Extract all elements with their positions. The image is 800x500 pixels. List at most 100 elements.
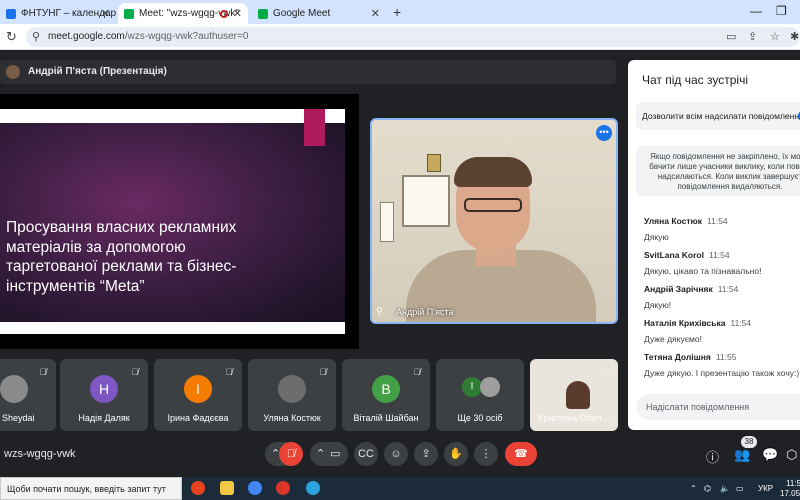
participant-tile[interactable]: 🎙̸ Христина Обел… [530, 359, 618, 431]
mic-off-icon: 🎙̸ [319, 367, 327, 377]
participant-tile[interactable]: 🎙̸ Н Надія Даляк [60, 359, 148, 431]
clock-time[interactable]: 11:5 [786, 479, 800, 488]
message-text: Дуже дякуємо! [644, 334, 702, 344]
chrome-icon[interactable] [248, 481, 262, 495]
close-icon[interactable]: ✕ [371, 7, 380, 20]
chat-message: Андрій Зарічняк 11:54 Дякую! [644, 284, 738, 310]
minimize-icon[interactable]: — [750, 4, 762, 18]
slide-title: Просування власних рекламних матеріалів … [6, 219, 237, 295]
person-hair [454, 157, 532, 187]
participant-name: Віталій Шайбан [353, 413, 419, 423]
mic-control[interactable]: ⌃ 🎙̸ [265, 442, 303, 466]
pin-icon[interactable]: ⚲ [376, 306, 383, 317]
close-icon[interactable]: ✕ [233, 7, 242, 20]
calendar-icon [6, 8, 16, 19]
chat-message-input[interactable]: Надіслати повідомлення [636, 394, 800, 420]
activities-icon[interactable]: ⬡ [786, 447, 797, 463]
participant-tile[interactable]: 🎙̸ Sheydai [0, 359, 56, 431]
message-author: Тетяна Долішня [644, 352, 711, 362]
tab-label: Google Meet [273, 8, 331, 19]
camera-icon[interactable]: ▭ [330, 442, 340, 466]
participant-tile[interactable]: 🎙̸ І Ірина Фадєєва [154, 359, 242, 431]
presenter-camera-tile[interactable]: ••• ⚲ Андрій П'ястa [370, 118, 618, 324]
message-time: 11:54 [717, 284, 739, 294]
maximize-icon[interactable]: ❐ [776, 4, 787, 18]
taskbar-search[interactable]: Щоби почати пошук, введіть запит тут [0, 477, 182, 500]
bookmark-star-icon[interactable]: ☆ [770, 30, 780, 43]
app-icon[interactable] [276, 481, 290, 495]
meet-icon [258, 8, 268, 19]
chat-icon[interactable]: 💬 [762, 447, 778, 463]
os-taskbar: Щоби почати пошук, введіть запит тут ⌃ ⌬… [0, 477, 800, 500]
presenter-title: Андрій П'ястa (Презентація) [28, 66, 167, 77]
tray-chevron-icon[interactable]: ⌃ [690, 484, 697, 493]
address-bar[interactable]: ⚲ meet.google.com/wzs-wgqg-vwk?authuser=… [26, 27, 800, 47]
info-icon[interactable]: ⓘ [706, 447, 719, 466]
clock-date[interactable]: 17.05.2 [780, 489, 800, 498]
chat-message: Наталія Крихівська 11:54 Дуже дякуємо! [644, 318, 751, 344]
more-options-button[interactable]: ⋮ [474, 442, 498, 466]
more-participants-tile[interactable]: І Ще 30 осіб [436, 359, 524, 431]
message-time: 11:54 [730, 318, 752, 328]
camera-control[interactable]: ⌃ ▭ [310, 442, 348, 466]
reload-icon[interactable]: ↻ [6, 29, 17, 45]
meeting-code: wzs-wgqg-vwk [4, 448, 76, 460]
tab-meet-active[interactable]: Meet: "wzs-wgqg-vwk" ✕ [118, 3, 248, 24]
tab-google-meet[interactable]: Google Meet ✕ [252, 3, 386, 24]
participant-tile[interactable]: 🎙̸ Уляна Костюк [248, 359, 336, 431]
slide-background: Просування власних рекламних матеріалів … [0, 123, 345, 322]
message-text: Дякую [644, 232, 669, 242]
tab-strip: ФНТУНГ – календар – 4 дні, т ✕ Meet: "wz… [0, 0, 800, 24]
glasses [464, 198, 522, 212]
slide-accent-bar [304, 109, 325, 146]
chat-notice: Якщо повідомлення не закріплено, їх можу… [636, 146, 800, 196]
emoji-icon: ☺ [390, 448, 402, 460]
avatar [6, 65, 20, 79]
present-button[interactable]: ⇪ [414, 442, 438, 466]
mic-off-icon: 🎙̸ [601, 367, 609, 377]
chevron-up-icon[interactable]: ⌃ [316, 442, 325, 466]
participant-tile[interactable]: 🎙̸ В Віталій Шайбан [342, 359, 430, 431]
allow-messages-row[interactable]: Дозволити всім надсилати повідомлення [636, 102, 800, 130]
message-text: Дуже дякую. І презентацію також хочу:) [644, 368, 800, 378]
extensions-icon[interactable]: ✱ [790, 30, 799, 43]
mic-off-icon: 🎙̸ [225, 367, 233, 377]
chat-panel: Чат під час зустрічі Дозволити всім надс… [628, 60, 800, 430]
tab-calendar[interactable]: ФНТУНГ – календар – 4 дні, т ✕ [0, 3, 116, 24]
battery-icon[interactable]: ▭ [736, 484, 744, 493]
chat-message: Уляна Костюк 11:54 Дякую [644, 216, 728, 242]
hand-icon: ✋ [449, 448, 463, 460]
participant-video [566, 381, 590, 409]
hang-up-icon: ☎ [514, 448, 528, 460]
network-icon[interactable]: ⌬ [704, 484, 711, 493]
reactions-button[interactable]: ☺ [384, 442, 408, 466]
participant-name: Уляна Костюк [263, 413, 321, 423]
captions-button[interactable]: CC [354, 442, 378, 466]
telegram-icon[interactable] [306, 481, 320, 495]
message-time: 11:54 [708, 250, 730, 260]
volume-icon[interactable]: 🔈 [720, 484, 730, 493]
chat-message: Тетяна Долішня 11:55 Дуже дякую. І презен… [644, 352, 799, 378]
avatar: В [372, 375, 400, 403]
presentation-header: Андрій П'ястa (Презентація) [0, 60, 616, 84]
raise-hand-button[interactable]: ✋ [444, 442, 468, 466]
mic-off-icon: 🎙̸ [39, 367, 47, 377]
camera-indicator-icon[interactable]: ▭ [726, 30, 736, 43]
new-tab-button[interactable]: + [393, 4, 401, 20]
participant-name: Христина Обел… [537, 413, 611, 423]
mic-off-icon[interactable]: 🎙̸ [279, 442, 303, 466]
meet-icon [124, 8, 134, 19]
site-info-icon[interactable]: ⚲ [32, 30, 40, 43]
close-icon[interactable]: ✕ [101, 7, 110, 20]
opera-icon[interactable] [191, 481, 205, 495]
more-vert-icon: ⋮ [480, 448, 492, 460]
leave-call-button[interactable]: ☎ [505, 442, 537, 466]
folder-icon[interactable] [220, 481, 234, 495]
avatar [480, 377, 500, 397]
people-icon[interactable]: 👥 [734, 447, 750, 463]
share-icon[interactable]: ⇪ [748, 30, 757, 43]
participant-name: Надія Даляк [78, 413, 130, 423]
url-text: meet.google.com/wzs-wgqg-vwk?authuser=0 [48, 31, 249, 42]
language-indicator[interactable]: УКР [758, 484, 773, 493]
more-options-icon[interactable]: ••• [596, 125, 612, 141]
